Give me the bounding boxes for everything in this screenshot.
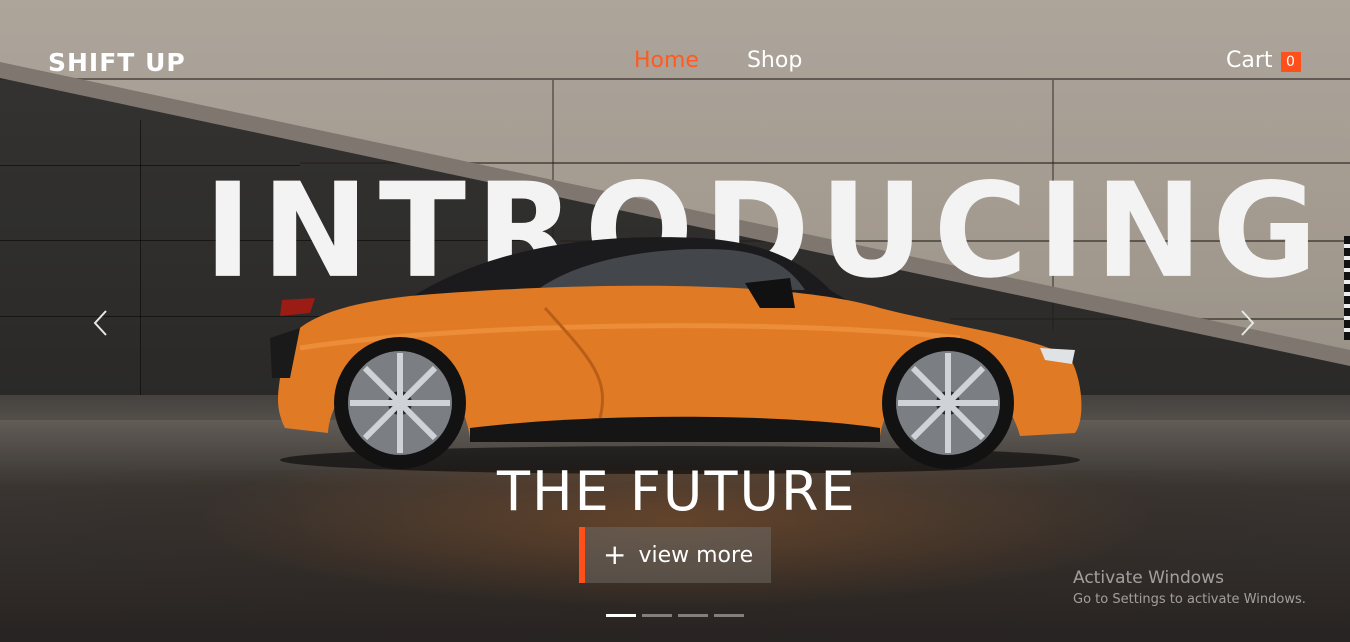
brand-logo[interactable]: SHIFT UP <box>48 48 186 77</box>
plus-icon: + <box>603 538 627 571</box>
nav-home[interactable]: Home <box>634 48 699 73</box>
activation-watermark: Activate Windows Go to Settings to activ… <box>1073 568 1306 607</box>
view-more-label: view more <box>638 542 754 568</box>
cart-button[interactable]: Cart 0 <box>1226 48 1301 73</box>
slide-dot-2[interactable] <box>642 614 672 617</box>
car-image <box>270 237 1082 474</box>
scrollbar-edge[interactable] <box>1344 236 1350 340</box>
cart-label: Cart <box>1226 48 1273 73</box>
chevron-left-icon[interactable] <box>90 308 112 338</box>
watermark-subtitle: Go to Settings to activate Windows. <box>1073 592 1306 607</box>
chevron-right-icon[interactable] <box>1236 308 1258 338</box>
hero-slider: SHIFT UP Home Shop Cart 0 INTRODUCING TH… <box>0 0 1350 642</box>
main-nav: Home Shop <box>634 48 802 73</box>
hero-subtitle: THE FUTURE <box>497 460 857 523</box>
view-more-button[interactable]: + view more <box>579 527 771 583</box>
slide-indicators <box>606 614 744 617</box>
slide-dot-4[interactable] <box>714 614 744 617</box>
cart-count-badge: 0 <box>1280 51 1301 72</box>
slide-dot-3[interactable] <box>678 614 708 617</box>
watermark-title: Activate Windows <box>1073 568 1224 588</box>
slide-dot-1[interactable] <box>606 614 636 617</box>
nav-shop[interactable]: Shop <box>747 48 802 73</box>
